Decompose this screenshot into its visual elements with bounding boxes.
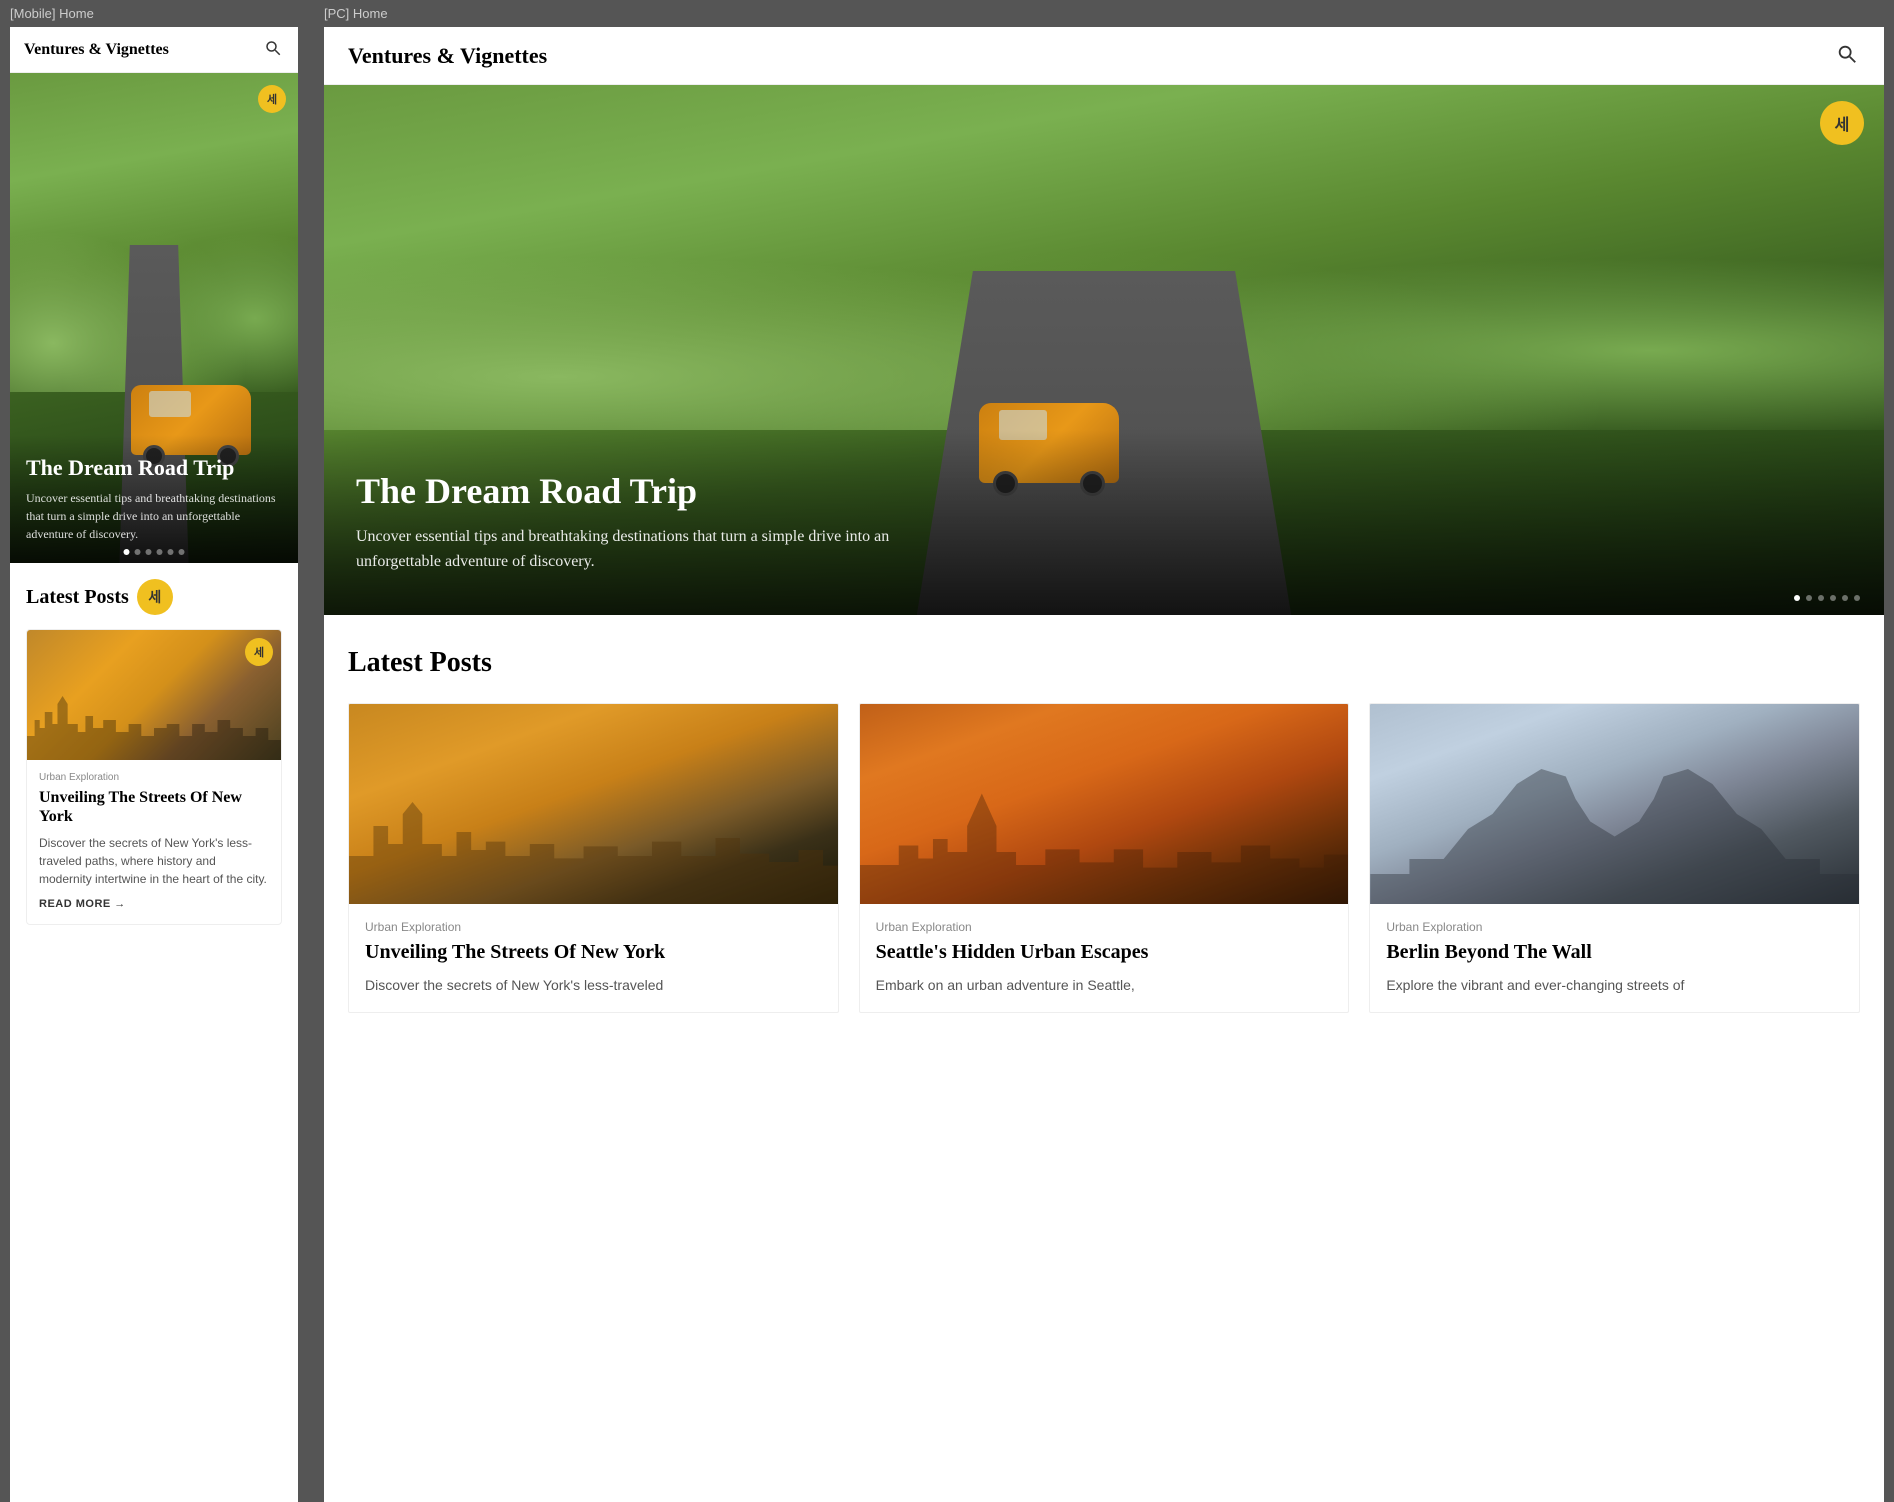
pc-hero-dots [1794,595,1860,601]
dot-4[interactable] [157,549,163,555]
mobile-hero-title: The Dream Road Trip [26,455,282,481]
pc-post-image-seattle [860,704,1349,904]
pc-site-title: Ventures & Vignettes [348,43,547,69]
dot-6[interactable] [179,549,185,555]
pc-post-desc-berlin: Explore the vibrant and ever-changing st… [1386,974,1843,996]
mobile-post-card[interactable]: 세 Urban Exploration Unveiling The Street… [26,629,282,925]
pc-post-title-berlin: Berlin Beyond The Wall [1386,940,1843,964]
pc-post-desc-seattle: Embark on an urban adventure in Seattle, [876,974,1333,996]
mobile-panel: [Mobile] Home Ventures & Vignettes [0,0,308,1502]
pc-latest-section: Latest Posts Urban Exploration Unveiling… [324,615,1884,1045]
pc-posts-grid: Urban Exploration Unveiling The Streets … [348,703,1860,1013]
pc-post-body-ny: Urban Exploration Unveiling The Streets … [349,904,838,1012]
mobile-post-description: Discover the secrets of New York's less-… [39,834,269,888]
pc-dot-4[interactable] [1830,595,1836,601]
pc-hero-description: Uncover essential tips and breathtaking … [356,524,956,575]
mobile-site-title: Ventures & Vignettes [24,41,169,59]
mobile-latest-header: Latest Posts 세 [26,579,282,615]
pc-frame: Ventures & Vignettes [324,27,1884,1502]
mobile-post-title: Unveiling The Streets Of New York [39,788,269,826]
pc-post-category-seattle: Urban Exploration [876,920,1333,934]
mobile-latest-title: Latest Posts [26,586,129,609]
pc-hero-overlay: The Dream Road Trip Uncover essential ti… [324,430,1884,615]
mobile-post-image: 세 [27,630,281,760]
dot-3[interactable] [146,549,152,555]
pc-search-button[interactable] [1834,41,1860,70]
mobile-hero-description: Uncover essential tips and breathtaking … [26,489,282,543]
pc-dot-3[interactable] [1818,595,1824,601]
pc-post-title-seattle: Seattle's Hidden Urban Escapes [876,940,1333,964]
pc-post-card-berlin[interactable]: Urban Exploration Berlin Beyond The Wall… [1369,703,1860,1013]
pc-hero: 세 The Dream Road Trip Uncover essential … [324,85,1884,615]
mobile-frame: Ventures & Vignettes [10,27,298,1502]
pc-post-card-ny[interactable]: Urban Exploration Unveiling The Streets … [348,703,839,1013]
mobile-latest-badge: 세 [137,579,173,615]
dot-2[interactable] [135,549,141,555]
pc-search-icon [1836,43,1858,65]
mobile-hero-overlay: The Dream Road Trip Uncover essential ti… [10,435,298,563]
pc-panel: [PC] Home Ventures & Vignettes [314,0,1894,1502]
pc-dot-6[interactable] [1854,595,1860,601]
pc-hero-badge: 세 [1820,101,1864,145]
mobile-header: Ventures & Vignettes [10,27,298,73]
mobile-post-body: Urban Exploration Unveiling The Streets … [27,760,281,924]
mobile-read-more-link[interactable]: READ MORE → [39,898,126,910]
pc-post-card-seattle[interactable]: Urban Exploration Seattle's Hidden Urban… [859,703,1350,1013]
dot-1[interactable] [124,549,130,555]
mobile-post-category: Urban Exploration [39,772,269,783]
mobile-van-window [149,391,191,417]
pc-post-desc-ny: Discover the secrets of New York's less-… [365,974,822,996]
pc-post-body-seattle: Urban Exploration Seattle's Hidden Urban… [860,904,1349,1012]
mobile-hero-badge: 세 [258,85,286,113]
pc-post-category-berlin: Urban Exploration [1386,920,1843,934]
mobile-hero: 세 The Dream Road Trip Uncover essential … [10,73,298,563]
mobile-latest-posts: Latest Posts 세 세 Urban Exploration Unvei… [10,563,298,1502]
mobile-panel-label: [Mobile] Home [0,0,308,27]
mobile-post-badge: 세 [245,638,273,666]
pc-post-category-ny: Urban Exploration [365,920,822,934]
pc-post-title-ny: Unveiling The Streets Of New York [365,940,822,964]
pc-post-image-berlin [1370,704,1859,904]
pc-hero-title: The Dream Road Trip [356,470,1852,512]
pc-post-image-ny [349,704,838,904]
mobile-hero-dots [124,549,185,555]
pc-header: Ventures & Vignettes [324,27,1884,85]
mobile-search-button[interactable] [262,37,284,62]
pc-dot-5[interactable] [1842,595,1848,601]
pc-dot-1[interactable] [1794,595,1800,601]
pc-latest-title: Latest Posts [348,647,1860,679]
pc-panel-label: [PC] Home [314,0,1894,27]
pc-dot-2[interactable] [1806,595,1812,601]
dot-5[interactable] [168,549,174,555]
search-icon [264,39,282,57]
pc-post-body-berlin: Urban Exploration Berlin Beyond The Wall… [1370,904,1859,1012]
